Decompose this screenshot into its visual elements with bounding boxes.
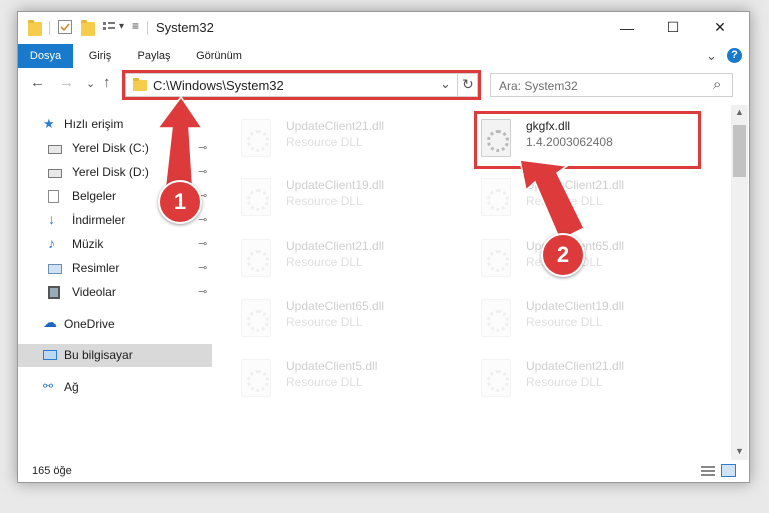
arrow-to-address-bar	[156, 95, 204, 193]
step-badge-1: 1	[158, 180, 202, 224]
annotation-arrows	[156, 95, 586, 242]
step-badge-2: 2	[541, 233, 585, 277]
arrow-to-file	[519, 159, 586, 242]
